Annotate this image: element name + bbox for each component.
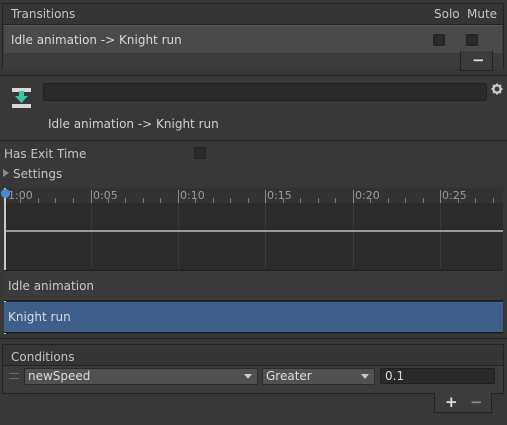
transition-download-icon [11, 87, 32, 109]
mode-value: Greater [266, 369, 312, 383]
track-destination-state[interactable]: Knight run [4, 302, 503, 333]
solo-column-label: Solo [434, 7, 460, 21]
tick-label: 0:15 [267, 189, 292, 202]
transition-row-label: Idle animation -> Knight run [11, 33, 182, 47]
parameter-value: newSpeed [28, 369, 91, 383]
mute-column-label: Mute [467, 7, 498, 21]
has-exit-time-checkbox[interactable] [194, 147, 206, 159]
tick-label: 0:25 [442, 189, 467, 202]
condition-parameter-dropdown[interactable]: newSpeed [24, 368, 258, 385]
tick-label: 0:05 [93, 189, 118, 202]
mute-checkbox[interactable] [466, 34, 478, 46]
tick-label: 0:10 [180, 189, 205, 202]
timeline-curve-area[interactable] [4, 203, 503, 269]
transitions-header: Transitions Solo Mute [3, 4, 503, 25]
timeline-ruler[interactable]: 1:00 0:05 0:10 0:15 0:20 0:25 [4, 188, 503, 203]
conditions-header: Conditions [3, 345, 503, 366]
chevron-down-icon [244, 374, 252, 379]
tick-label: 0:20 [355, 189, 380, 202]
condition-mode-dropdown[interactable]: Greater [262, 368, 375, 385]
transition-name-field[interactable] [43, 83, 487, 101]
add-condition-button[interactable]: + [445, 393, 458, 411]
transition-timeline[interactable]: 1:00 0:05 0:10 0:15 0:20 0:25 Idle anima… [1, 188, 503, 334]
track-label: Idle animation [8, 279, 95, 293]
gear-icon[interactable] [491, 83, 503, 95]
transitions-title: Transitions [11, 7, 76, 21]
remove-transition-button[interactable]: − [472, 51, 485, 69]
track-label: Knight run [8, 310, 71, 324]
drag-handle-icon[interactable] [9, 373, 19, 379]
condition-threshold-input[interactable]: 0.1 [380, 368, 495, 384]
settings-foldout-arrow-icon[interactable] [3, 169, 9, 177]
transition-row[interactable]: Idle animation -> Knight run [4, 25, 502, 53]
track-source-state[interactable]: Idle animation [4, 270, 503, 301]
conditions-title: Conditions [11, 350, 75, 364]
remove-condition-button[interactable]: − [470, 393, 483, 411]
transition-title: Idle animation -> Knight run [48, 117, 219, 131]
transitions-footer: − [460, 51, 493, 71]
playhead-handle-icon[interactable] [1, 189, 10, 198]
transitions-panel: Transitions Solo Mute Idle animation -> … [2, 3, 504, 68]
chevron-down-icon [361, 374, 369, 379]
solo-checkbox[interactable] [433, 34, 445, 46]
has-exit-time-label: Has Exit Time [4, 147, 87, 161]
conditions-footer: + − [434, 393, 492, 413]
transition-curve [4, 230, 503, 232]
conditions-panel: Conditions newSpeed Greater 0.1 [2, 344, 504, 394]
settings-foldout-label[interactable]: Settings [13, 167, 62, 181]
threshold-value: 0.1 [385, 369, 405, 383]
